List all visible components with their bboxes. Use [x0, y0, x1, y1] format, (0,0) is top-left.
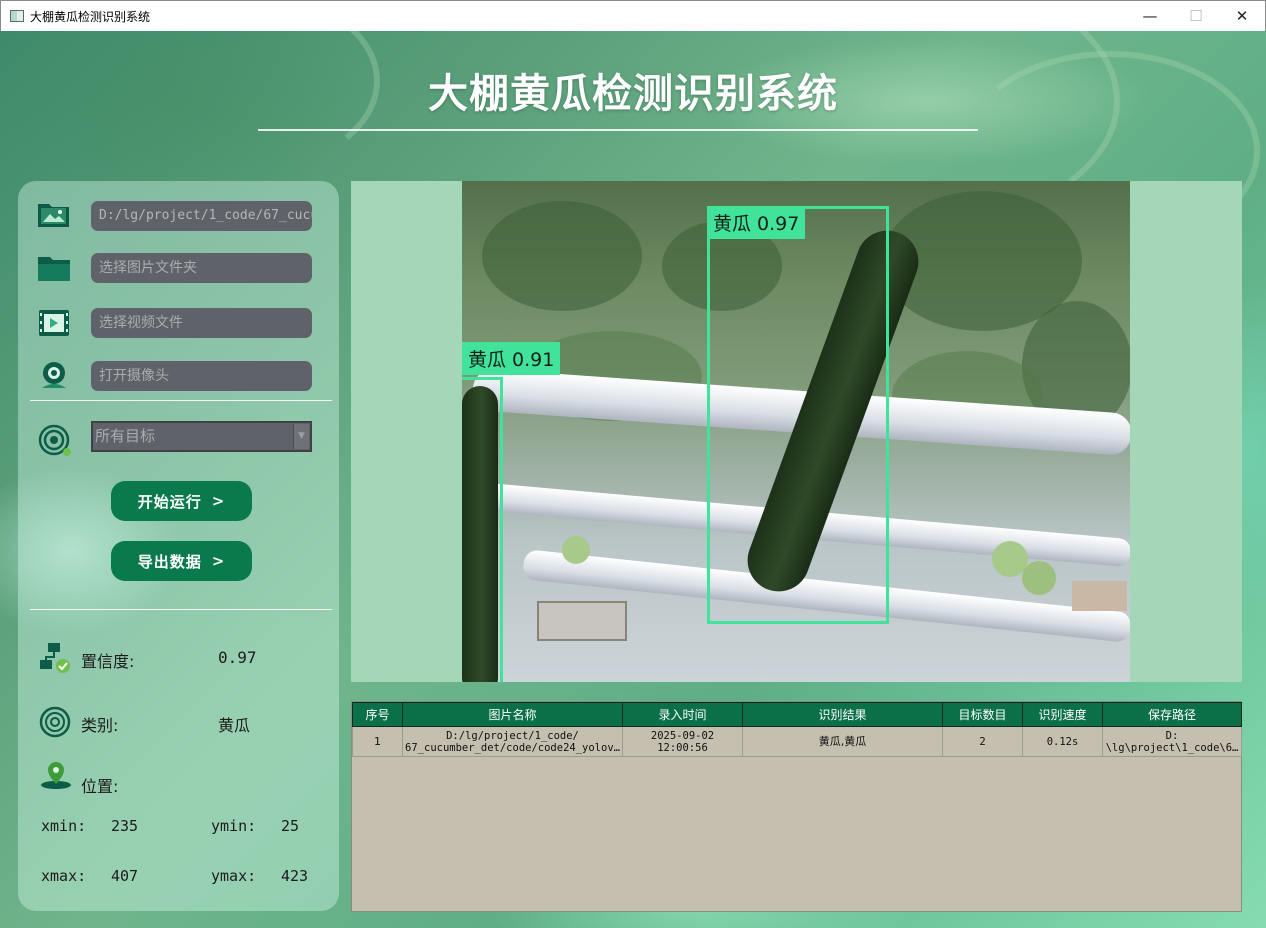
maximize-button[interactable]: ☐ [1173, 1, 1219, 32]
panel-divider [30, 609, 332, 610]
cell-name-line: D:/lg/project/1_code/ [446, 729, 579, 742]
cell-date: 2025-09-02 [650, 729, 715, 742]
column-header-name[interactable]: 图片名称 [402, 702, 623, 727]
image-folder-field[interactable]: 选择图片文件夹 [91, 253, 312, 283]
detection-label: 黄瓜 0.97 [707, 206, 806, 239]
greenhouse-photo: 黄瓜 0.97 黄瓜 0.91 [462, 181, 1130, 682]
video-file-icon[interactable] [36, 308, 72, 338]
video-file-field[interactable]: 选择视频文件 [91, 308, 312, 338]
detection-label: 黄瓜 0.91 [462, 342, 561, 375]
cell-time: 2025-09-02 12:00:56 [622, 726, 743, 757]
export-button[interactable]: 导出数据 > [111, 541, 252, 581]
page-title: 大棚黄瓜检测识别系统 [428, 71, 838, 117]
class-label: 类别: [81, 716, 119, 735]
target-icon [38, 424, 71, 456]
cell-clock: 12:00:56 [657, 741, 708, 754]
export-button-label: 导出数据 [137, 552, 202, 571]
table-row[interactable]: 1 D:/lg/project/1_code/ 67_cucumber_det/… [352, 726, 1242, 757]
column-header-speed[interactable]: 识别速度 [1022, 702, 1103, 727]
xmin-label: xmin: [41, 817, 87, 835]
cell-name-line: 67_cucumber_det/code/code24_yolov… [405, 741, 620, 754]
cell-path: D: \lg\project\1_code\6… [1102, 726, 1242, 757]
cell-speed: 0.12s [1022, 726, 1103, 757]
location-pin-icon [41, 762, 71, 789]
ymin-value: 25 [281, 817, 300, 835]
minimize-button[interactable]: — [1127, 1, 1173, 32]
detection-box [707, 206, 889, 624]
chevron-right-icon: > [211, 492, 226, 510]
window-title-bar: 大棚黄瓜检测识别系统 — ☐ ✕ [0, 0, 1266, 31]
target-select[interactable]: 所有目标 ▼ [91, 421, 312, 452]
cell-name: D:/lg/project/1_code/ 67_cucumber_det/co… [402, 726, 623, 757]
chevron-right-icon: > [211, 552, 226, 570]
detection-image-view: 黄瓜 0.97 黄瓜 0.91 [351, 181, 1242, 682]
class-value: 黄瓜 [218, 716, 251, 735]
start-button-label: 开始运行 [137, 492, 202, 511]
column-header-index[interactable]: 序号 [352, 702, 403, 727]
image-path-field[interactable]: D:/lg/project/1_code/67_cucumber_det/cod… [91, 201, 312, 231]
cell-count: 2 [942, 726, 1023, 757]
panel-divider [30, 400, 332, 401]
close-button[interactable]: ✕ [1219, 1, 1265, 32]
title-divider [258, 129, 978, 131]
window-controls: — ☐ ✕ [1127, 1, 1265, 32]
confidence-label: 置信度: [81, 652, 135, 671]
position-label: 位置: [81, 777, 119, 796]
column-header-count[interactable]: 目标数目 [942, 702, 1023, 727]
cell-path-line: D: [1165, 729, 1179, 742]
results-table[interactable]: 序号 图片名称 录入时间 识别结果 目标数目 识别速度 保存路径 1 D:/lg… [351, 701, 1242, 912]
xmin-value: 235 [111, 817, 139, 835]
webcam-icon[interactable] [36, 360, 72, 390]
cell-result: 黄瓜,黄瓜 [742, 726, 943, 757]
cell-path-line: \lg\project\1_code\6… [1105, 741, 1239, 754]
ymin-label: ymin: [211, 817, 257, 835]
table-header-row: 序号 图片名称 录入时间 识别结果 目标数目 识别速度 保存路径 [352, 702, 1242, 727]
xmax-value: 407 [111, 867, 139, 885]
xmax-label: xmax: [41, 867, 87, 885]
chevron-down-icon[interactable]: ▼ [293, 424, 309, 449]
folder-image-icon[interactable] [36, 199, 72, 229]
folder-icon[interactable] [36, 253, 72, 283]
start-button[interactable]: 开始运行 > [111, 481, 252, 521]
column-header-path[interactable]: 保存路径 [1102, 702, 1242, 727]
class-circle-icon [39, 706, 71, 738]
detection-box [462, 377, 503, 682]
confidence-value: 0.97 [218, 648, 257, 667]
target-select-value: 所有目标 [95, 427, 156, 445]
window-title: 大棚黄瓜检测识别系统 [30, 9, 151, 24]
network-check-icon [40, 643, 70, 673]
camera-field[interactable]: 打开摄像头 [91, 361, 312, 391]
ymax-label: ymax: [211, 867, 257, 885]
column-header-time[interactable]: 录入时间 [622, 702, 743, 727]
cell-index: 1 [352, 726, 403, 757]
column-header-result[interactable]: 识别结果 [742, 702, 943, 727]
app-icon [10, 10, 24, 22]
ymax-value: 423 [281, 867, 309, 885]
main-window: 大棚黄瓜检测识别系统 D:/lg/project/1_code/67_cucum… [0, 31, 1266, 928]
